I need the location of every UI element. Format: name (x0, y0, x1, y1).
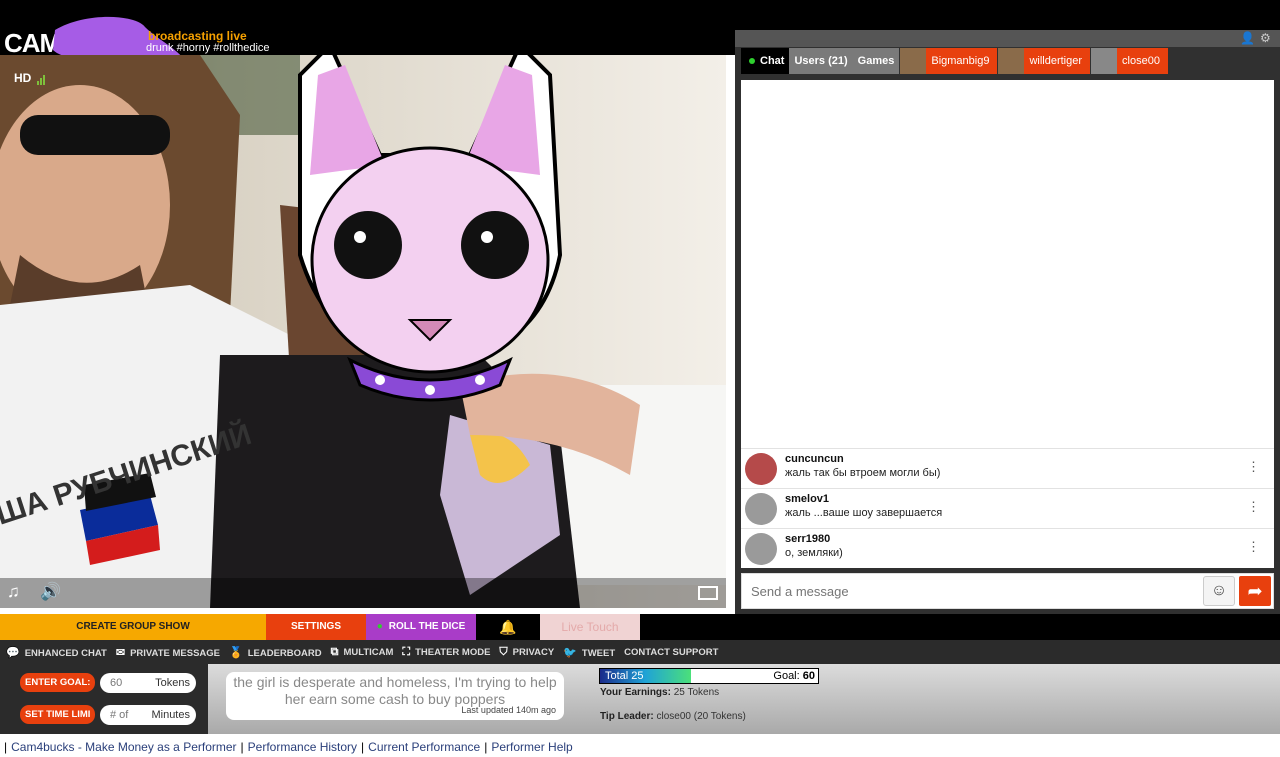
room-topic[interactable]: the girl is desperate and homeless, I'm … (226, 672, 564, 720)
create-group-show-button[interactable]: CREATE GROUP SHOW (0, 614, 266, 640)
tab-chat[interactable]: Chat (741, 48, 790, 74)
avatar[interactable] (745, 453, 777, 485)
chat-text: жаль так бы втроем могли бы) (785, 467, 941, 479)
broadcast-page: CAM4 broadcasting live drunk #horny #rol… (0, 0, 1280, 757)
performance-history-link[interactable]: Performance History (248, 740, 357, 754)
contact-support-link[interactable]: CONTACT SUPPORT (624, 647, 718, 658)
more-options-icon[interactable]: ⋮ (1247, 459, 1260, 475)
roll-the-dice-button[interactable]: ● ROLL THE DICE (366, 614, 476, 640)
feature-menu: 💬 ENHANCED CHAT ✉ PRIVATE MESSAGE 🏅 LEADERB… (0, 640, 1280, 664)
broadcast-status: broadcasting live (148, 29, 247, 43)
online-dot-icon (749, 58, 755, 65)
video-player[interactable]: ША РУБЧИНСКИЙ HD ♫ 🔊 (0, 55, 726, 608)
settings-button[interactable]: SETTINGS (266, 614, 366, 640)
more-options-icon[interactable]: ⋮ (1247, 539, 1260, 555)
chat-panel: 👤 ⚙ Chat Users (21) Games Bigmanbig9 wil… (735, 30, 1280, 632)
chat-username[interactable]: smelov1 (785, 493, 829, 505)
user-thumbnail (1091, 48, 1118, 74)
music-note-icon[interactable]: ♫ (7, 582, 20, 602)
performer-footer-links: | Cam4bucks - Make Money as a Performer | P… (4, 740, 573, 754)
chat-send-row: ☺ ➦ (741, 573, 1274, 609)
enter-goal-button[interactable]: ENTER GOAL: (20, 673, 96, 692)
current-performance-link[interactable]: Current Performance (368, 740, 480, 754)
bell-icon[interactable]: 🔔 (476, 614, 540, 640)
volume-icon[interactable]: 🔊 (40, 582, 61, 602)
theater-toggle-icon[interactable] (698, 586, 718, 600)
goal-progress-bar: Total 25 Goal: 60 (599, 668, 819, 684)
performer-help-link[interactable]: Performer Help (491, 740, 572, 754)
tweet-link[interactable]: 🐦 TWEET (563, 646, 615, 659)
chat-username[interactable]: serr1980 (785, 533, 830, 545)
video-controls: ♫ 🔊 (0, 578, 726, 608)
gear-icon[interactable]: ⚙ (1260, 31, 1271, 45)
cam4bucks-link[interactable]: Cam4bucks - Make Money as a Performer (11, 740, 236, 754)
chat-message: cuncuncun жаль так бы втроем могли бы) ⋮ (741, 448, 1274, 488)
enhanced-chat-link[interactable]: 💬 ENHANCED CHAT (6, 646, 107, 659)
private-message-link[interactable]: ✉ PRIVATE MESSAGE (116, 646, 220, 659)
time-limit-field[interactable]: # of Minutes (100, 705, 196, 725)
avatar[interactable] (745, 533, 777, 565)
fullscreen-icon: ⛶ (402, 645, 411, 658)
user-thumbnail (900, 48, 927, 74)
tab-user-private-2[interactable]: willdertiger (998, 48, 1091, 74)
video-frame: ША РУБЧИНСКИЙ (0, 55, 726, 608)
goal-settings: ENTER GOAL: 60 Tokens SET TIME LIMI # of M… (0, 664, 208, 734)
multicam-icon: ⧉ (330, 645, 339, 658)
chat-messages[interactable]: cuncuncun жаль так бы втроем могли бы) ⋮… (741, 80, 1274, 568)
chat-message: serr1980 о, земляки) ⋮ (741, 528, 1274, 568)
tab-user-private-3[interactable]: close00 (1091, 48, 1168, 74)
chat-username[interactable]: cuncuncun (785, 453, 844, 465)
leaderboard-link[interactable]: 🏅 LEADERBOARD (229, 646, 322, 659)
action-bar: CREATE GROUP SHOW SETTINGS ● ROLL THE DIC… (0, 614, 1280, 640)
more-options-icon[interactable]: ⋮ (1247, 499, 1260, 515)
send-arrow-icon[interactable]: ➦ (1239, 576, 1271, 606)
live-touch-button[interactable]: Live Touch (540, 614, 640, 640)
goal-bar: ENTER GOAL: 60 Tokens SET TIME LIMI # of M… (0, 664, 1280, 734)
goal-tokens-field[interactable]: 60 Tokens (100, 673, 196, 693)
signal-bars-icon (36, 71, 46, 85)
goal-total: Total 25 (605, 670, 644, 682)
tab-users[interactable]: Users (21) (789, 48, 853, 74)
speech-bubble-icon: 💬 (6, 646, 20, 659)
bird-icon: 🐦 (563, 646, 577, 659)
emoji-icon[interactable]: ☺ (1203, 576, 1235, 606)
medal-icon: 🏅 (229, 646, 243, 659)
chat-text: о, земляки) (785, 547, 843, 559)
chat-tabs: Chat Users (21) Games Bigmanbig9 willder… (741, 48, 1168, 74)
user-settings-icon[interactable]: 👤 (1240, 31, 1255, 45)
user-thumbnail (998, 48, 1025, 74)
shield-icon: ⛉ (499, 645, 508, 658)
status-dot-icon: ● (376, 621, 383, 632)
tab-user-private-1[interactable]: Bigmanbig9 (900, 48, 998, 74)
set-time-limit-button[interactable]: SET TIME LIMI (20, 705, 96, 724)
theater-mode-link[interactable]: ⛶ THEATER MODE (402, 646, 490, 659)
your-earnings: Your Earnings: 25 Tokens (600, 687, 720, 698)
envelope-icon: ✉ (115, 646, 126, 659)
tip-leader: Tip Leader: close00 (20 Tokens) (600, 711, 746, 722)
multicam-link[interactable]: ⧉ MULTICAM (331, 646, 394, 659)
avatar[interactable] (745, 493, 777, 525)
chat-message-input[interactable] (742, 574, 1197, 608)
topic-last-updated: Last updated 140m ago (461, 705, 556, 715)
chat-panel-topbar: 👤 ⚙ (735, 30, 1280, 47)
tab-games[interactable]: Games (852, 48, 900, 74)
hd-badge: HD (14, 71, 46, 85)
chat-text: жаль ...ваше шоу завершается (785, 507, 943, 519)
chat-message: smelov1 жаль ...ваше шоу завершается ⋮ (741, 488, 1274, 528)
broadcast-tags: drunk #horny #rollthedice (146, 42, 270, 54)
privacy-link[interactable]: ⛉ PRIVACY (499, 646, 554, 659)
goal-target: Goal: 60 (773, 670, 815, 682)
